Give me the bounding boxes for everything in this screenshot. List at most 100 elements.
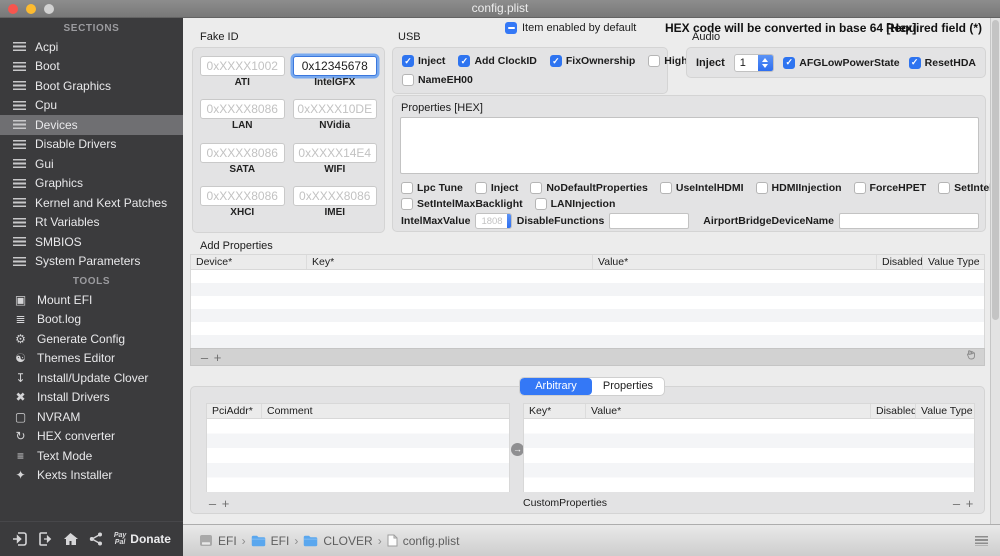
- disablefunctions-input[interactable]: [609, 213, 690, 229]
- donate-label: Donate: [130, 532, 171, 546]
- column-key[interactable]: Key*: [524, 404, 586, 418]
- add-row-button[interactable]: +: [963, 496, 976, 511]
- tool-hex-converter[interactable]: ↻ HEX converter: [0, 427, 183, 447]
- tab-properties[interactable]: Properties: [592, 378, 664, 395]
- tool-text-mode[interactable]: ≡ Text Mode: [0, 446, 183, 466]
- remove-row-button[interactable]: –: [198, 350, 211, 365]
- breadcrumb-item-efi-disk[interactable]: EFI: [199, 534, 237, 548]
- tool-themes-editor[interactable]: ☯ Themes Editor: [0, 349, 183, 369]
- forcehpet-checkbox[interactable]: ForceHPET: [853, 182, 926, 194]
- column-value-type[interactable]: Value Type: [923, 255, 984, 269]
- add-row-button[interactable]: +: [211, 350, 224, 365]
- checkbox-icon: [648, 55, 661, 67]
- column-disabled[interactable]: Disabled: [871, 404, 916, 418]
- share-icon[interactable]: [89, 532, 103, 546]
- breadcrumb-item-efi-folder[interactable]: EFI: [251, 534, 289, 548]
- column-value[interactable]: Value*: [586, 404, 871, 418]
- close-window-icon[interactable]: [8, 4, 18, 14]
- table-body-empty[interactable]: [206, 419, 510, 492]
- add-row-button[interactable]: +: [219, 496, 232, 511]
- audio-inject-dropdown[interactable]: 1: [733, 53, 775, 72]
- sign-in-icon[interactable]: [12, 532, 27, 546]
- setintelmaxbacklight-checkbox[interactable]: SetIntelMaxBacklight: [401, 198, 523, 210]
- sidebar-item-acpi[interactable]: Acpi: [0, 37, 183, 57]
- audio-group: Inject 1 ✓ AFGLowPowerState ✓ ResetHDA: [686, 47, 986, 78]
- list-icon: [13, 100, 26, 110]
- usb-nameeh00-checkbox[interactable]: NameEH00: [402, 74, 473, 86]
- list-view-icon[interactable]: [975, 536, 988, 546]
- list-icon: [13, 159, 26, 169]
- column-key[interactable]: Key*: [307, 255, 593, 269]
- sidebar-item-disable-drivers[interactable]: Disable Drivers: [0, 135, 183, 155]
- table-header: Device* Key* Value* Disabled Value Type: [190, 254, 985, 270]
- column-disabled[interactable]: Disabled: [877, 255, 923, 269]
- hdmiinjection-checkbox[interactable]: HDMIInjection: [755, 182, 842, 194]
- sidebar-item-devices[interactable]: Devices: [0, 115, 183, 135]
- audio-resethda-checkbox[interactable]: ✓ ResetHDA: [908, 56, 976, 69]
- properties-hex-textarea[interactable]: [400, 117, 979, 174]
- usb-fixownership-checkbox[interactable]: ✓ FixOwnership: [549, 55, 635, 67]
- tool-install-drivers[interactable]: ✖ Install Drivers: [0, 388, 183, 408]
- donate-button[interactable]: Pay Pal Donate: [114, 532, 171, 546]
- checkbox-checked-icon: ✓: [908, 56, 921, 69]
- sidebar-item-cpu[interactable]: Cpu: [0, 96, 183, 116]
- lpc-tune-checkbox[interactable]: Lpc Tune: [401, 182, 463, 194]
- lan-input[interactable]: [200, 99, 285, 120]
- app-window: config.plist SECTIONS Acpi Boot Boot Gra…: [0, 0, 1000, 556]
- export-icon[interactable]: [38, 532, 52, 546]
- inject-checkbox[interactable]: Inject: [474, 182, 518, 194]
- vertical-scrollbar[interactable]: [990, 18, 1000, 524]
- nodefaultproperties-checkbox[interactable]: NoDefaultProperties: [530, 182, 648, 194]
- zoom-window-icon[interactable]: [44, 4, 54, 14]
- audio-afglowpowerstate-checkbox[interactable]: ✓ AFGLowPowerState: [783, 56, 900, 69]
- breadcrumb-item-clover-folder[interactable]: CLOVER: [303, 534, 373, 548]
- tool-kexts-installer[interactable]: ✦ Kexts Installer: [0, 466, 183, 486]
- xhci-input[interactable]: [200, 185, 285, 206]
- airportbridgedevicename-input[interactable]: [839, 213, 979, 229]
- table-body-empty[interactable]: [190, 270, 985, 348]
- useintelhdmi-checkbox[interactable]: UseIntelHDMI: [659, 182, 744, 194]
- remove-row-button[interactable]: –: [950, 496, 963, 511]
- sata-input[interactable]: [200, 142, 285, 163]
- tool-mount-efi[interactable]: ▣ Mount EFI: [0, 290, 183, 310]
- intelgfx-input[interactable]: [292, 56, 377, 76]
- sidebar-item-kernel-kext-patches[interactable]: Kernel and Kext Patches: [0, 193, 183, 213]
- column-device[interactable]: Device*: [191, 255, 307, 269]
- usb-add-clockid-checkbox[interactable]: ✓ Add ClockID: [458, 55, 537, 67]
- sidebar-item-system-parameters[interactable]: System Parameters: [0, 252, 183, 272]
- tool-generate-config[interactable]: ⚙ Generate Config: [0, 329, 183, 349]
- status-bar: EFI › EFI › CLOVER › config.plist: [183, 524, 1000, 556]
- imei-input[interactable]: [292, 185, 377, 206]
- tool-install-update-clover[interactable]: ↧ Install/Update Clover: [0, 368, 183, 388]
- fake-id-field-imei: IMEI: [292, 185, 377, 224]
- laninjection-checkbox[interactable]: LANInjection: [534, 198, 615, 210]
- sidebar-item-rt-variables[interactable]: Rt Variables: [0, 213, 183, 233]
- remove-row-button[interactable]: –: [206, 496, 219, 511]
- sidebar-item-graphics[interactable]: Graphics: [0, 174, 183, 194]
- usb-inject-checkbox[interactable]: ✓ Inject: [402, 55, 445, 67]
- column-pciaddr[interactable]: PciAddr*: [207, 404, 262, 418]
- column-comment[interactable]: Comment: [262, 404, 509, 418]
- home-icon[interactable]: [63, 532, 78, 546]
- tab-arbitrary[interactable]: Arbitrary: [520, 378, 592, 395]
- sidebar-item-boot-graphics[interactable]: Boot Graphics: [0, 76, 183, 96]
- sidebar-item-gui[interactable]: Gui: [0, 154, 183, 174]
- wifi-input[interactable]: [292, 142, 377, 163]
- ati-input[interactable]: [200, 56, 285, 76]
- breadcrumb-item-config-plist[interactable]: config.plist: [387, 534, 459, 548]
- table-body-empty[interactable]: [523, 419, 975, 492]
- fake-id-title: Fake ID: [200, 31, 239, 43]
- scrollbar-thumb[interactable]: [992, 20, 999, 320]
- column-value-type[interactable]: Value Type: [916, 404, 974, 418]
- nvidia-input[interactable]: [292, 99, 377, 120]
- tool-nvram[interactable]: ▢ NVRAM: [0, 407, 183, 427]
- checkbox-icon: [659, 182, 672, 194]
- sidebar-item-smbios[interactable]: SMBIOS: [0, 232, 183, 252]
- intelmaxvalue-dropdown[interactable]: 1808 or 0x710: [475, 213, 512, 229]
- tool-boot-log[interactable]: ≣ Boot.log: [0, 310, 183, 330]
- breadcrumb-separator: ›: [294, 533, 299, 548]
- sidebar-item-boot[interactable]: Boot: [0, 57, 183, 77]
- checkbox-checked-icon: ✓: [458, 55, 471, 67]
- minimize-window-icon[interactable]: [26, 4, 36, 14]
- column-value[interactable]: Value*: [593, 255, 877, 269]
